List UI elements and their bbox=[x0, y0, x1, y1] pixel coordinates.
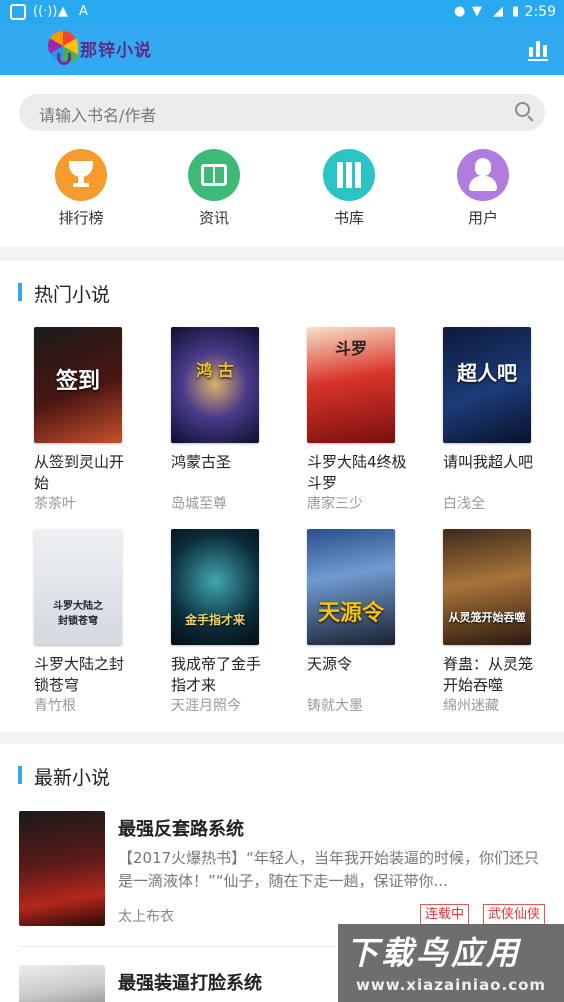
bookshelf-icon bbox=[323, 149, 375, 201]
search-input[interactable]: 请输入书名/作者 bbox=[19, 94, 545, 131]
book-cover[interactable]: 金手指才来 bbox=[171, 529, 259, 645]
book-author: 天涯月照今 bbox=[171, 698, 241, 714]
user-icon bbox=[457, 149, 509, 201]
status-time: 2:59 bbox=[524, 4, 556, 20]
hotspot-icon: ((·)) bbox=[33, 4, 58, 19]
book-card[interactable]: 金手指才来 我成帝了金手指才来 天涯月照今 bbox=[171, 529, 281, 719]
book-card[interactable]: 从灵笼开始吞噬 脊蛊：从灵笼开始吞噬 绵州迷藏 bbox=[443, 529, 553, 719]
book-title[interactable]: 我成帝了金手指才来 bbox=[171, 654, 275, 696]
battery-icon: ▮ bbox=[512, 4, 520, 19]
category-nav: 排行榜 资讯 书库 用户 bbox=[0, 149, 564, 229]
book-author: 白浅全 bbox=[443, 496, 485, 512]
book-title[interactable]: 从签到灵山开始 bbox=[34, 452, 138, 494]
book-card[interactable]: 天源令 天源令 铸就大墨 bbox=[307, 529, 417, 719]
book-author: 铸就大墨 bbox=[307, 698, 363, 714]
app-logo: 那锌小说 bbox=[48, 31, 168, 67]
book-card[interactable]: 斗罗大陆之 封锁苍穹 斗罗大陆之封锁苍穹 青竹根 bbox=[34, 529, 144, 719]
book-card[interactable]: 鸿 古 鸿蒙古圣 岛城至尊 bbox=[171, 327, 281, 517]
category-library[interactable]: 书库 bbox=[299, 149, 399, 229]
book-title[interactable]: 脊蛊：从灵笼开始吞噬 bbox=[443, 654, 547, 696]
location-icon: ● bbox=[454, 4, 466, 19]
category-label: 用户 bbox=[467, 209, 498, 227]
book-cover[interactable]: 斗罗 bbox=[307, 327, 395, 443]
font-a-icon: A bbox=[79, 4, 88, 19]
search-placeholder: 请输入书名/作者 bbox=[39, 106, 157, 125]
category-user[interactable]: 用户 bbox=[433, 149, 533, 229]
list-item-desc: 【2017火爆热书】“年轻人，当年我开始装逼的时候，你们还只是一滴液体！”“仙子… bbox=[118, 849, 539, 890]
section-title: 热门小说 bbox=[34, 284, 111, 306]
book-title[interactable]: 鸿蒙古圣 bbox=[171, 452, 275, 473]
status-badge: 连载中 bbox=[419, 904, 469, 925]
book-cover[interactable]: 签到 bbox=[34, 327, 122, 443]
book-title[interactable]: 斗罗大陆4终极斗罗 bbox=[307, 452, 411, 494]
book-author: 青竹根 bbox=[34, 698, 76, 714]
book-card[interactable]: 签到 从签到灵山开始 茶茶叶 bbox=[34, 327, 144, 517]
genre-badge: 武侠仙侠 bbox=[482, 904, 545, 925]
category-label: 资讯 bbox=[198, 209, 229, 227]
book-author: 茶茶叶 bbox=[34, 496, 76, 512]
notification-app-icon bbox=[10, 4, 26, 20]
book-author: 唐家三少 bbox=[307, 496, 363, 512]
trophy-icon bbox=[55, 149, 107, 201]
book-cover[interactable]: 鸿 古 bbox=[171, 327, 259, 443]
book-cover[interactable] bbox=[19, 811, 105, 926]
watermark-url: www.xiazainiao.com bbox=[356, 976, 547, 994]
list-item-author: 太上布衣 bbox=[118, 909, 174, 925]
book-author: 岛城至尊 bbox=[171, 496, 227, 512]
category-label: 排行榜 bbox=[58, 209, 104, 227]
book-title[interactable]: 斗罗大陆之封锁苍穹 bbox=[34, 654, 138, 696]
list-item[interactable]: 最强反套路系统 【2017火爆热书】“年轻人，当年我开始装逼的时候，你们还只是一… bbox=[19, 811, 545, 931]
signal-icon: ◢ bbox=[493, 4, 503, 19]
bell-icon: ▲ bbox=[58, 4, 68, 19]
list-item-title[interactable]: 最强装逼打脸系统 bbox=[118, 969, 262, 995]
book-cover[interactable]: 从灵笼开始吞噬 bbox=[443, 529, 531, 645]
book-cover[interactable] bbox=[19, 965, 105, 1002]
bar-chart-icon[interactable] bbox=[528, 39, 548, 61]
watermark: 下载鸟应用 www.xiazainiao.com bbox=[338, 924, 564, 1002]
section-accent-bar bbox=[18, 766, 22, 784]
logo-handle bbox=[57, 53, 71, 65]
book-cover[interactable]: 斗罗大陆之 封锁苍穹 bbox=[34, 529, 122, 645]
book-open-icon bbox=[188, 149, 240, 201]
brand-name: 那锌小说 bbox=[80, 41, 152, 61]
book-cover[interactable]: 超人吧 bbox=[443, 327, 531, 443]
wifi-icon: ▼ bbox=[472, 4, 482, 19]
search-icon[interactable] bbox=[515, 102, 535, 122]
category-news[interactable]: 资讯 bbox=[164, 149, 264, 229]
book-card[interactable]: 斗罗 斗罗大陆4终极斗罗 唐家三少 bbox=[307, 327, 417, 517]
book-author: 绵州迷藏 bbox=[443, 698, 499, 714]
book-card[interactable]: 超人吧 请叫我超人吧 白浅全 bbox=[443, 327, 553, 517]
book-cover[interactable]: 天源令 bbox=[307, 529, 395, 645]
category-label: 书库 bbox=[333, 209, 364, 227]
hot-novels-section: 热门小说 签到 从签到灵山开始 茶茶叶 鸿 古 鸿蒙古圣 岛城至尊 斗罗 斗罗大… bbox=[0, 261, 564, 732]
category-ranking[interactable]: 排行榜 bbox=[31, 149, 131, 229]
status-bar: ((·)) ▲ A ● ▼ ◢ ▮ 2:59 bbox=[0, 0, 564, 24]
section-title: 最新小说 bbox=[34, 767, 111, 789]
book-title[interactable]: 天源令 bbox=[307, 654, 411, 675]
section-accent-bar bbox=[18, 283, 22, 301]
book-title[interactable]: 请叫我超人吧 bbox=[443, 452, 547, 473]
watermark-text: 下载鸟应用 bbox=[346, 934, 522, 972]
list-item-title[interactable]: 最强反套路系统 bbox=[118, 815, 244, 841]
app-header: 那锌小说 bbox=[0, 24, 564, 75]
top-panel: 请输入书名/作者 排行榜 资讯 书库 用户 bbox=[0, 75, 564, 247]
